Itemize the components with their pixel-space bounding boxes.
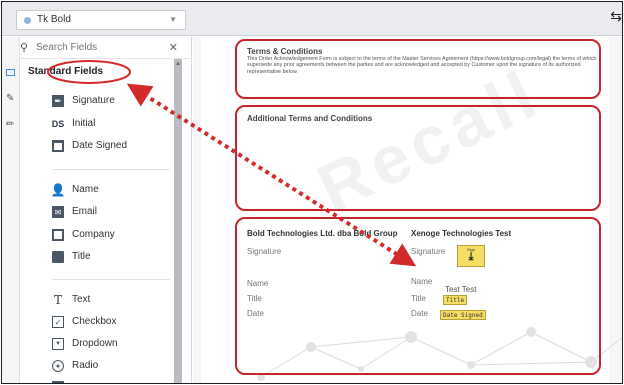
- download-arrow-icon: ⤓: [468, 251, 474, 263]
- additional-terms-title: Additional Terms and Conditions: [247, 114, 373, 123]
- divider: [52, 279, 170, 280]
- search-input[interactable]: Search Fields: [36, 42, 97, 53]
- party1-name: Bold Technologies Ltd. dba Bold Group: [247, 229, 398, 238]
- party2-name: Xenoge Technologies Test: [411, 229, 512, 238]
- party1-date-label: Date: [247, 309, 264, 318]
- fields-panel: ⚲ Search Fields ✕ Standard Fields ✒ Sign…: [20, 37, 192, 383]
- party1-signature-label: Signature: [247, 247, 282, 256]
- party2-date-label: Date: [411, 309, 428, 318]
- scroll-up-icon[interactable]: ▲: [175, 61, 181, 67]
- search-bar[interactable]: ⚲ Search Fields ✕: [20, 37, 192, 59]
- panel-scrollbar[interactable]: ▲: [174, 59, 182, 383]
- terms-title: Terms & Conditions: [247, 47, 323, 56]
- pen-icon: ✒: [52, 95, 64, 107]
- calendar-icon: [52, 140, 64, 152]
- additional-terms-box: Additional Terms and Conditions: [235, 105, 601, 211]
- app-window: Tk Bold ▼ ⇆ ✎ ✏ ⚲ Search Fields ✕ Standa…: [1, 1, 623, 384]
- sign-here-button[interactable]: Sign ⤓: [457, 245, 485, 267]
- text-t-icon: T: [53, 293, 62, 307]
- comment-tool-icon[interactable]: ✎: [6, 93, 14, 104]
- clear-search-icon[interactable]: ✕: [169, 41, 178, 54]
- title-field-tag[interactable]: Title: [443, 295, 468, 305]
- party1-name-label: Name: [247, 279, 269, 288]
- date-signed-field-tag[interactable]: Date Signed: [440, 310, 486, 320]
- terms-body: This Order Acknowledgement Form is subje…: [247, 56, 597, 75]
- recipient-color-dot: [24, 17, 31, 24]
- search-icon: ⚲: [20, 42, 29, 54]
- divider: [52, 169, 170, 170]
- envelope-icon: ✉: [52, 206, 64, 218]
- more-field-icon: [52, 381, 64, 383]
- recipient-selector[interactable]: Tk Bold ▼: [16, 10, 186, 30]
- party1-title-label: Title: [247, 294, 262, 303]
- party2-name-value: Test Test: [445, 285, 477, 294]
- party2-title-label: Title: [411, 294, 426, 303]
- party2-name-label: Name: [411, 277, 433, 286]
- tool-rail: ✎ ✏: [2, 37, 20, 383]
- checkbox-icon: ✓: [52, 316, 64, 328]
- radio-icon: ●: [52, 360, 64, 372]
- person-icon: 👤: [50, 183, 66, 197]
- terms-box: Terms & Conditions This Order Acknowledg…: [235, 39, 601, 99]
- dropdown-icon: ▼: [52, 338, 64, 350]
- party2-signature-label: Signature: [411, 247, 446, 256]
- pencil-tool-icon[interactable]: ✏: [6, 119, 14, 130]
- swap-icon[interactable]: ⇆: [610, 8, 622, 25]
- fields-tool-icon[interactable]: [6, 69, 15, 76]
- top-toolbar: Tk Bold ▼ ⇆: [2, 2, 622, 36]
- signature-box: Bold Technologies Ltd. dba Bold Group Xe…: [235, 217, 601, 375]
- chevron-down-icon: ▼: [169, 15, 177, 24]
- section-standard-fields[interactable]: Standard Fields: [28, 66, 103, 77]
- ds-initial-icon: DS: [51, 119, 65, 129]
- document-page: Recall Terms & Conditions This Order Ack…: [201, 37, 622, 383]
- building-icon: [52, 229, 64, 241]
- recipient-name: Tk Bold: [37, 14, 71, 25]
- document-area: Recall Terms & Conditions This Order Ack…: [193, 37, 622, 383]
- briefcase-icon: [52, 251, 64, 263]
